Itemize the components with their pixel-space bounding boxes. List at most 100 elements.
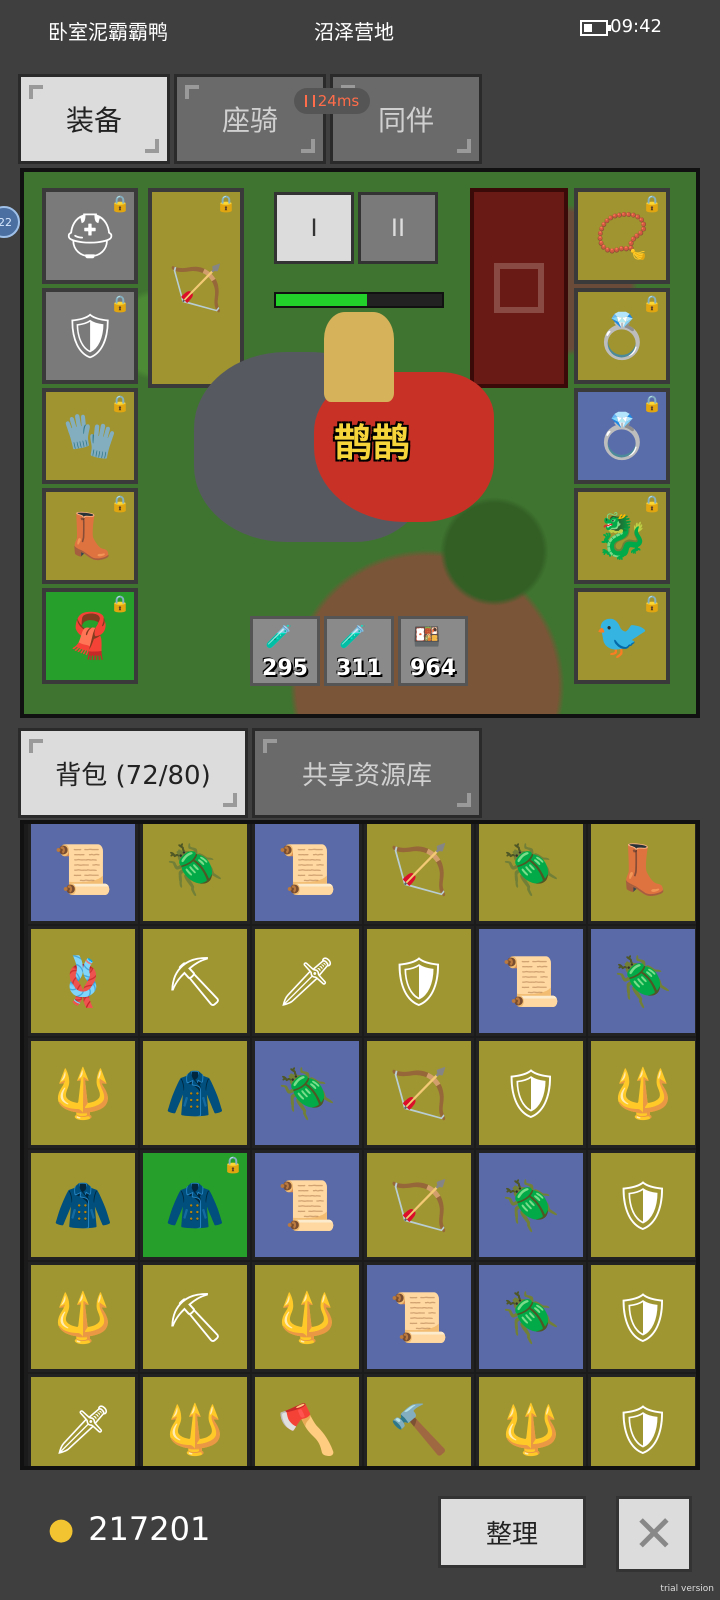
golden-beetle-icon: 🪲 bbox=[501, 1177, 561, 1234]
slot-ring-1[interactable]: 💍 🔒 bbox=[574, 288, 670, 384]
amulet-icon: 📿 bbox=[594, 211, 650, 262]
slot-pet-1[interactable]: 🐉 🔒 bbox=[574, 488, 670, 584]
inventory-slot[interactable]: 🛡 bbox=[364, 926, 474, 1036]
chest-armor-icon: 🛡 bbox=[62, 311, 118, 362]
slot-amulet[interactable]: 📿 🔒 bbox=[574, 188, 670, 284]
inventory-slot[interactable]: 🔨 bbox=[364, 1374, 474, 1466]
inventory-slot[interactable]: 🪓 bbox=[252, 1374, 362, 1466]
lock-icon: 🔒 bbox=[642, 594, 662, 613]
slot-chest[interactable]: 🛡 🔒 bbox=[42, 288, 138, 384]
inventory-slot[interactable]: 🛡 bbox=[588, 1262, 696, 1372]
inventory-slot[interactable]: 🪲 bbox=[476, 824, 586, 924]
inventory-slot[interactable]: 🔱 bbox=[28, 1262, 138, 1372]
sort-button[interactable]: 整理 bbox=[438, 1496, 586, 1568]
inventory-slot[interactable]: ⛏ bbox=[140, 1262, 250, 1372]
tab-shared-storage[interactable]: 共享资源库 bbox=[252, 728, 482, 818]
trident-icon: 🔱 bbox=[165, 1401, 225, 1458]
tab-label: 同伴 bbox=[377, 104, 434, 137]
inventory-slot[interactable]: 🛡 bbox=[476, 1038, 586, 1148]
lock-icon: 🔒 bbox=[642, 494, 662, 513]
slot-ring-2[interactable]: 💍 🔒 bbox=[574, 388, 670, 484]
inventory-slot[interactable]: 🗡 bbox=[252, 926, 362, 1036]
clock: 09:42 bbox=[610, 16, 662, 37]
inventory-slot[interactable]: 🪢 bbox=[28, 926, 138, 1036]
item-count: 295 bbox=[262, 656, 308, 681]
consumable-slot-2[interactable]: 🧪 311 bbox=[324, 616, 394, 686]
crossbow-icon: 🏹 bbox=[389, 841, 449, 898]
inventory-slot[interactable]: 🧥 🔒 bbox=[140, 1150, 250, 1260]
trident-icon: 🔱 bbox=[53, 1289, 113, 1346]
gold-coins-icon: ● bbox=[48, 1511, 75, 1547]
slot-cape[interactable]: 🧣 🔒 bbox=[42, 588, 138, 684]
lock-icon: 🔒 bbox=[216, 194, 236, 213]
slot-helmet[interactable]: ⛑ 🔒 bbox=[42, 188, 138, 284]
inventory-slot[interactable]: 🔱 bbox=[588, 1038, 696, 1148]
spear-icon: 🔱 bbox=[53, 1065, 113, 1122]
banner-emblem-icon bbox=[494, 263, 544, 313]
consumable-slot-3[interactable]: 🍱 964 bbox=[398, 616, 468, 686]
tab-label: 背包 (72/80) bbox=[55, 760, 211, 791]
pet-name: 鹊鹊 bbox=[334, 421, 411, 465]
lock-icon: 🔒 bbox=[110, 194, 130, 213]
tier-button-1[interactable]: I bbox=[274, 192, 354, 264]
inventory-slot[interactable]: 📜 bbox=[252, 824, 362, 924]
inventory-slot[interactable]: 📜 bbox=[28, 824, 138, 924]
chest-armor-icon: 🛡 bbox=[388, 953, 450, 1010]
slot-gloves[interactable]: 🧤 🔒 bbox=[42, 388, 138, 484]
gauntlet-icon: 🧤 bbox=[62, 411, 118, 462]
tab-backpack[interactable]: 背包 (72/80) bbox=[18, 728, 248, 818]
scroll-icon: 📜 bbox=[389, 1289, 449, 1346]
coiled-rope-icon: 🪢 bbox=[53, 953, 113, 1010]
inventory-slot[interactable]: 🗡 bbox=[28, 1374, 138, 1466]
battle-axe-icon: 🪓 bbox=[277, 1401, 337, 1458]
magpie-pet-icon: 🐦 bbox=[594, 611, 650, 662]
scroll-icon: 📜 bbox=[501, 953, 561, 1010]
red-armor-icon: 🧥 bbox=[165, 1177, 225, 1234]
inventory-grid[interactable]: 📜 🪲 📜 🏹 🪲 👢 🪢 ⛏ 🗡 🛡 📜 🪲 🔱 🧥 🪲 🏹 🛡 🔱 🧥 🧥 🔒 📜 🏹 🪲 🛡 🔱 ⛏ 🔱 📜 🪲 🛡 🗡 🔱 🪓 🔨 🔱 🛡 bbox=[20, 820, 700, 1470]
consumable-slot-1[interactable]: 🧪 295 bbox=[250, 616, 320, 686]
tab-label: 共享资源库 bbox=[301, 760, 432, 791]
inventory-slot[interactable]: 🪲 bbox=[588, 926, 696, 1036]
inventory-slot[interactable]: 👢 bbox=[588, 824, 696, 924]
inventory-slot[interactable]: 🧥 bbox=[28, 1150, 138, 1260]
lock-icon: 🔒 bbox=[642, 394, 662, 413]
slot-boots[interactable]: 👢 🔒 bbox=[42, 488, 138, 584]
inventory-slot[interactable]: 📜 bbox=[476, 926, 586, 1036]
inventory-slot[interactable]: 🔱 bbox=[28, 1038, 138, 1148]
inventory-slot[interactable]: 🏹 bbox=[364, 824, 474, 924]
inventory-slot[interactable]: 🛡 bbox=[588, 1374, 696, 1466]
hammer-icon: 🔨 bbox=[389, 1401, 449, 1458]
lock-icon: 🔒 bbox=[110, 394, 130, 413]
inventory-slot[interactable]: 🪲 bbox=[476, 1150, 586, 1260]
inventory-slot[interactable]: 🏹 bbox=[364, 1150, 474, 1260]
inventory-slot[interactable]: 🔱 bbox=[140, 1374, 250, 1466]
side-badge[interactable]: 22 bbox=[0, 206, 20, 238]
lock-icon: 🔒 bbox=[110, 494, 130, 513]
inventory-slot[interactable]: 🪲 bbox=[476, 1262, 586, 1372]
hp-bar bbox=[274, 292, 444, 308]
tab-equipment[interactable]: 装备 bbox=[18, 74, 170, 164]
gold-amount: 217201 bbox=[88, 1510, 211, 1548]
inventory-slot[interactable]: 🪲 bbox=[140, 824, 250, 924]
equipment-scene: ⛑ 🔒 🛡 🔒 🧤 🔒 👢 🔒 🧣 🔒 🏹 🔒 I II 鹊鹊 📿 🔒 💍 🔒 💍 🔒 🐉 🔒 🐦 🔒 bbox=[20, 168, 700, 718]
tier-button-2[interactable]: II bbox=[358, 192, 438, 264]
inventory-slot[interactable]: 🛡 bbox=[588, 1150, 696, 1260]
inventory-slot[interactable]: 🧥 bbox=[140, 1038, 250, 1148]
inventory-slot[interactable]: 🏹 bbox=[364, 1038, 474, 1148]
hero-figure bbox=[324, 312, 394, 402]
golden-beetle-icon: 🪲 bbox=[501, 1289, 561, 1346]
close-button[interactable]: ✕ bbox=[616, 1496, 692, 1572]
inventory-slot[interactable]: 🔱 bbox=[252, 1262, 362, 1372]
boots-icon: 👢 bbox=[62, 511, 118, 562]
inventory-slot[interactable]: 📜 bbox=[364, 1262, 474, 1372]
inventory-slot[interactable]: 📜 bbox=[252, 1150, 362, 1260]
inventory-slot[interactable]: 🪲 bbox=[252, 1038, 362, 1148]
inventory-slot[interactable]: ⛏ bbox=[140, 926, 250, 1036]
slot-pet-2[interactable]: 🐦 🔒 bbox=[574, 588, 670, 684]
crossbow-icon: 🏹 bbox=[168, 263, 224, 314]
tab-label: 座骑 bbox=[221, 104, 278, 137]
shield-icon: 🛡 bbox=[612, 1401, 674, 1458]
lock-icon: 🔒 bbox=[642, 194, 662, 213]
inventory-slot[interactable]: 🔱 bbox=[476, 1374, 586, 1466]
lock-icon: 🔒 bbox=[110, 594, 130, 613]
